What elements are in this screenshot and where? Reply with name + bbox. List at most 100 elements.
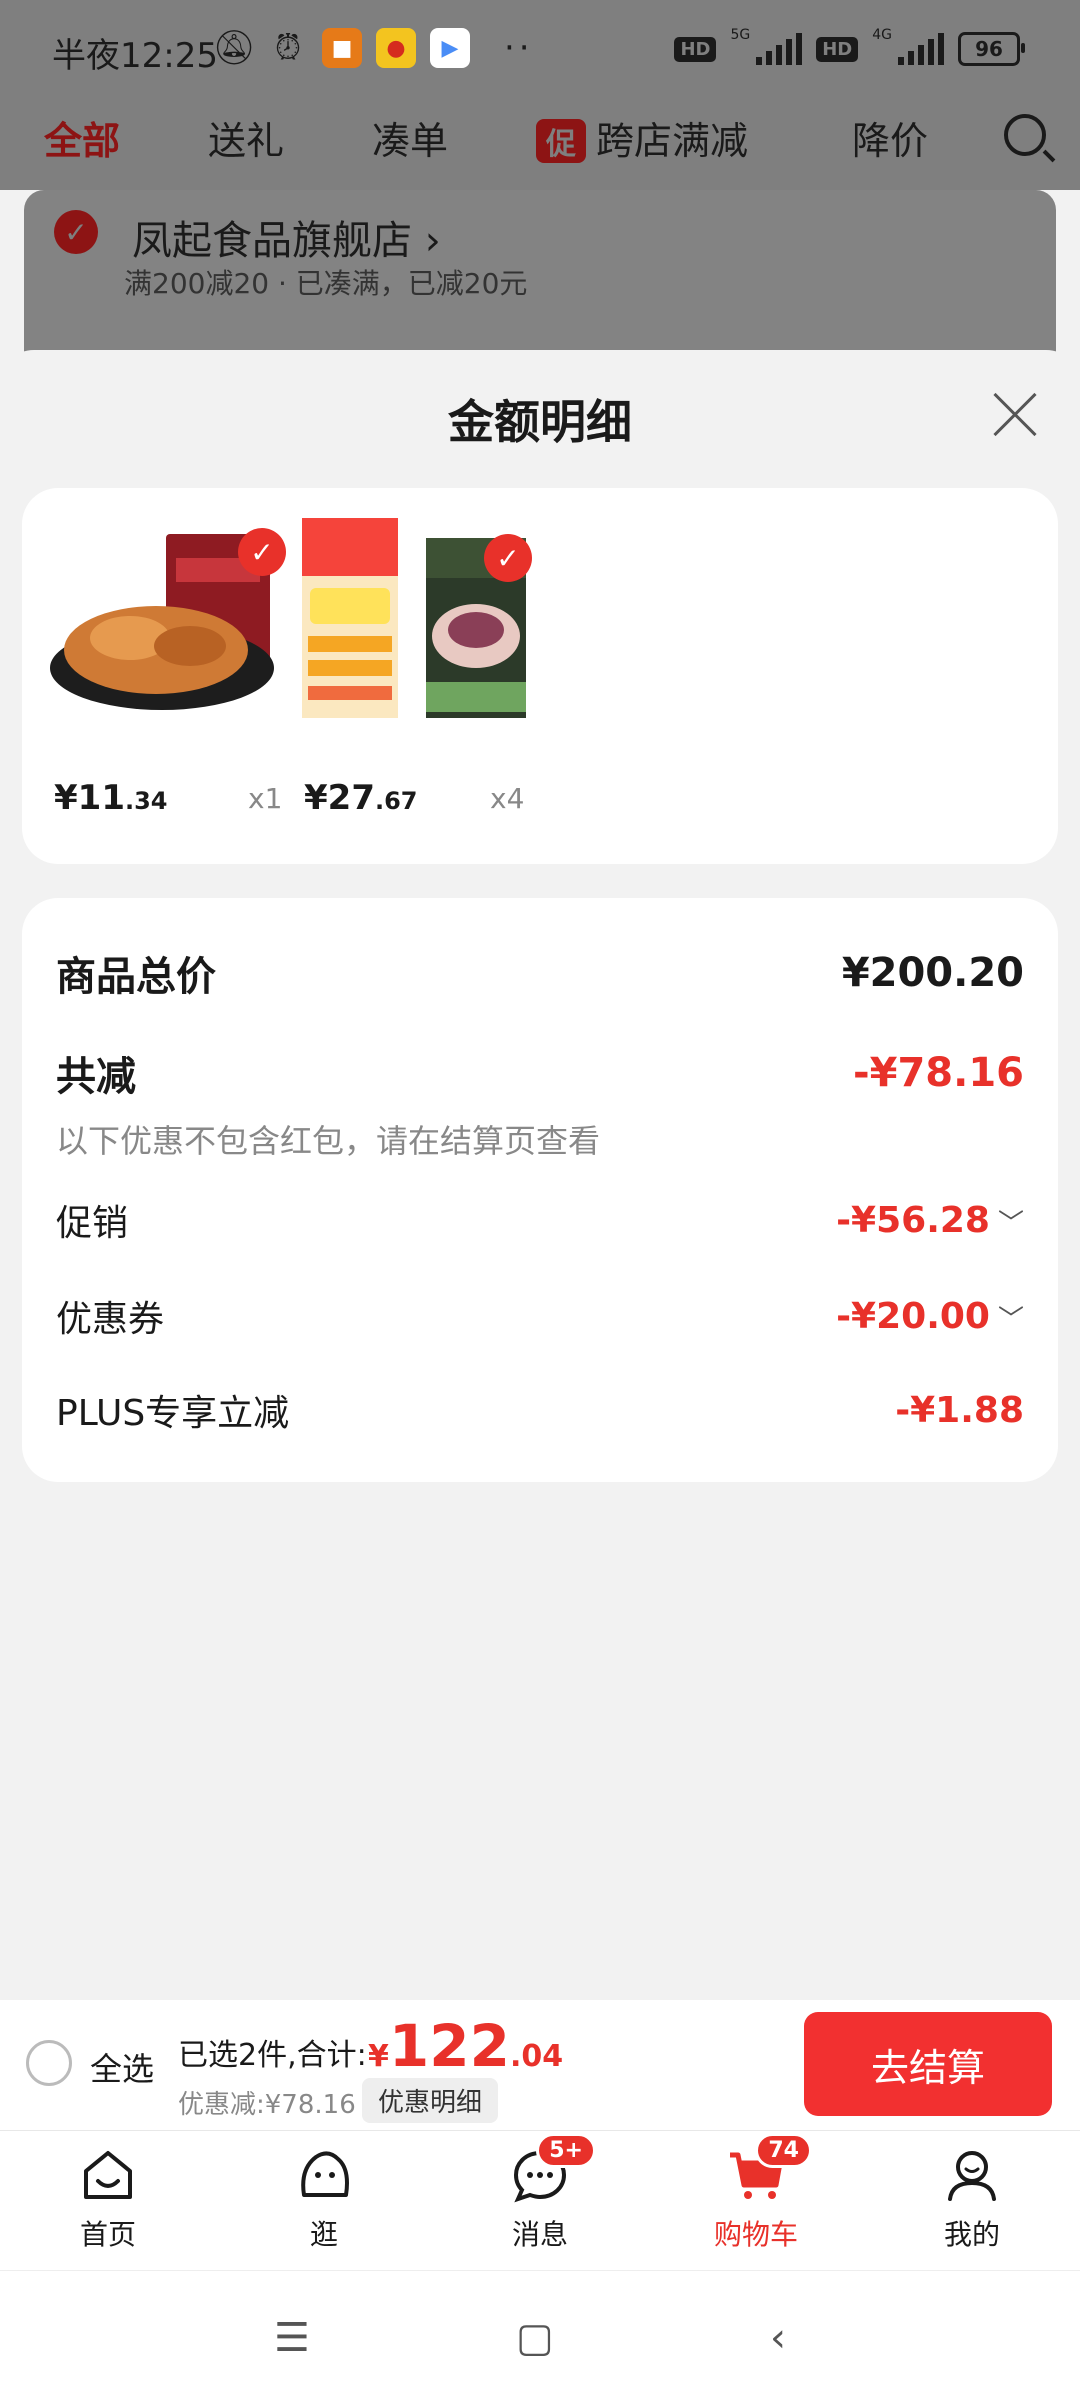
plus-discount-row: PLUS专享立减 -¥1.88: [56, 1384, 1024, 1436]
bottom-tab-bar: 首页 逛 5+ 消息 74 购物车 我的: [0, 2130, 1080, 2271]
tab-home-label: 首页: [79, 2218, 136, 2251]
product-price-int: ¥11: [54, 778, 125, 818]
close-icon[interactable]: [990, 390, 1040, 440]
cart-filter-tabs: 全部 送礼 凑单 促跨店满减 降价: [0, 100, 1080, 190]
discount-summary: 优惠减:¥78.16: [178, 2090, 356, 2120]
product-item[interactable]: ✓: [50, 518, 286, 718]
status-indicators: HD 5G HD 4G 96: [674, 27, 1025, 66]
sheet-title: 金额明细: [448, 395, 632, 449]
signal-icon: [756, 33, 803, 65]
network-label-1: 5G: [730, 27, 751, 43]
message-icon: 5+: [510, 2133, 596, 2205]
profile-icon: [942, 2145, 1002, 2205]
weibo-icon: ●: [376, 28, 416, 68]
tab-cart[interactable]: 74 购物车: [686, 2133, 826, 2253]
tab-gift[interactable]: 送礼: [208, 110, 284, 165]
tab-bundle[interactable]: 凑单: [372, 110, 448, 165]
tab-cart-label: 购物车: [713, 2218, 798, 2251]
amount-detail-sheet: 金额明细 ✓ ✓ ¥11.34 x1 ¥27.67 x4 商品总价 ¥200.2…: [0, 350, 1080, 2000]
status-time: 半夜12:25: [52, 36, 218, 76]
product-qty: x1: [248, 782, 283, 815]
select-all-label[interactable]: 全选: [90, 2044, 154, 2090]
product-item[interactable]: ✓: [420, 518, 540, 718]
coupon-row[interactable]: 优惠券 -¥20.00 ﹀: [56, 1290, 1024, 1342]
tab-price-drop[interactable]: 降价: [852, 110, 928, 165]
tab-profile[interactable]: 我的: [902, 2145, 1042, 2253]
search-icon[interactable]: [1004, 114, 1046, 156]
tab-cross-store[interactable]: 促跨店满减: [536, 110, 748, 165]
total-price-value: ¥200.20: [841, 950, 1024, 996]
product-image: [300, 518, 400, 718]
home-button-icon[interactable]: ▢: [516, 2315, 554, 2361]
tab-cross-store-label: 跨店满减: [596, 119, 749, 163]
total-int: 122: [388, 2012, 510, 2080]
home-icon: [78, 2145, 138, 2205]
product-price: ¥27.67: [304, 778, 418, 818]
total-reduce-value: -¥78.16: [853, 1050, 1024, 1096]
chevron-down-icon: ﹀: [997, 1304, 1024, 1335]
product-item[interactable]: [300, 518, 400, 718]
coupon-label: 优惠券: [56, 1299, 165, 1340]
hd-icon-2: HD: [816, 36, 859, 62]
store-name[interactable]: 凤起食品旗舰店 ›: [132, 208, 441, 266]
tab-messages[interactable]: 5+ 消息: [470, 2133, 610, 2253]
tab-messages-label: 消息: [511, 2218, 568, 2251]
total-price-label: 商品总价: [56, 954, 216, 1000]
plus-discount-label: PLUS专享立减: [56, 1393, 290, 1434]
hd-icon: HD: [674, 36, 717, 62]
product-image: ✓: [50, 518, 286, 718]
status-bar: 半夜12:25 🔕︎ ⏰︎ ■ ● ▶ ·· HD 5G HD 4G 96: [0, 0, 1080, 100]
tab-profile-label: 我的: [943, 2218, 1000, 2251]
signal-icon-2: [898, 33, 944, 65]
bell-muted-icon: 🔕︎: [212, 28, 256, 68]
store-check-icon[interactable]: ✓: [54, 210, 98, 254]
status-notification-icons: 🔕︎ ⏰︎ ■ ● ▶ ··: [212, 28, 534, 68]
product-list-card: ✓ ✓ ¥11.34 x1 ¥27.67 x4: [22, 488, 1058, 864]
selected-check-icon: ✓: [238, 528, 286, 576]
total-price-row: 商品总价 ¥200.20: [56, 944, 1024, 1002]
tab-home[interactable]: 首页: [38, 2145, 178, 2253]
cart-icon: 74: [726, 2133, 812, 2205]
chevron-down-icon: ﹀: [997, 1208, 1024, 1239]
product-price: ¥11.34: [54, 778, 168, 818]
total-dec: .04: [509, 2039, 564, 2074]
promotion-value-wrap: -¥56.28 ﹀: [836, 1200, 1024, 1241]
tab-browse[interactable]: 逛: [254, 2145, 394, 2253]
app-notification-icon: ■: [322, 28, 362, 68]
tab-all[interactable]: 全部: [44, 110, 120, 165]
product-image: ✓: [420, 518, 540, 718]
select-all-radio[interactable]: [26, 2040, 72, 2086]
network-label-2: 4G: [872, 27, 892, 43]
coupon-value: -¥20.00: [836, 1295, 990, 1337]
play-app-icon: ▶: [430, 28, 470, 68]
total-reduce-label: 共减: [56, 1054, 136, 1100]
promo-badge: 促: [536, 119, 586, 163]
more-notifications-icon: ··: [504, 28, 534, 68]
menu-icon[interactable]: ☰: [274, 2315, 310, 2361]
messages-badge: 5+: [536, 2133, 596, 2168]
checkout-total: ¥122.04: [368, 2012, 563, 2080]
checkout-bar: 全选 已选2件,合计: ¥122.04 优惠减:¥78.16 优惠明细 去结算: [0, 2000, 1080, 2130]
store-name-text: 凤起食品旗舰店: [132, 218, 412, 264]
alarm-icon: ⏰︎: [274, 28, 302, 68]
battery-icon: 96: [958, 32, 1025, 66]
checkout-button[interactable]: 去结算: [804, 2012, 1052, 2116]
coupon-value-wrap: -¥20.00 ﹀: [836, 1296, 1024, 1337]
promotion-row[interactable]: 促销 -¥56.28 ﹀: [56, 1194, 1024, 1246]
browse-icon: [294, 2145, 354, 2205]
cart-badge: 74: [755, 2133, 812, 2168]
tab-browse-label: 逛: [309, 2218, 338, 2251]
total-reduce-row: 共减 -¥78.16: [56, 1044, 1024, 1102]
discount-detail-button[interactable]: 优惠明细: [362, 2078, 499, 2123]
back-icon[interactable]: ‹: [770, 2315, 786, 2361]
product-price-int: ¥27: [304, 778, 375, 818]
discount-note: 以下优惠不包含红包，请在结算页查看: [56, 1122, 601, 1160]
plus-discount-value: -¥1.88: [895, 1389, 1024, 1431]
selected-check-icon: ✓: [484, 534, 532, 582]
product-price-dec: .34: [124, 787, 168, 815]
promotion-label: 促销: [56, 1203, 129, 1244]
system-navigation-bar: ☰ ▢ ‹: [0, 2270, 1080, 2401]
selected-info: 已选2件,合计:: [178, 2038, 367, 2073]
product-price-dec: .67: [374, 787, 418, 815]
product-qty: x4: [490, 782, 525, 815]
